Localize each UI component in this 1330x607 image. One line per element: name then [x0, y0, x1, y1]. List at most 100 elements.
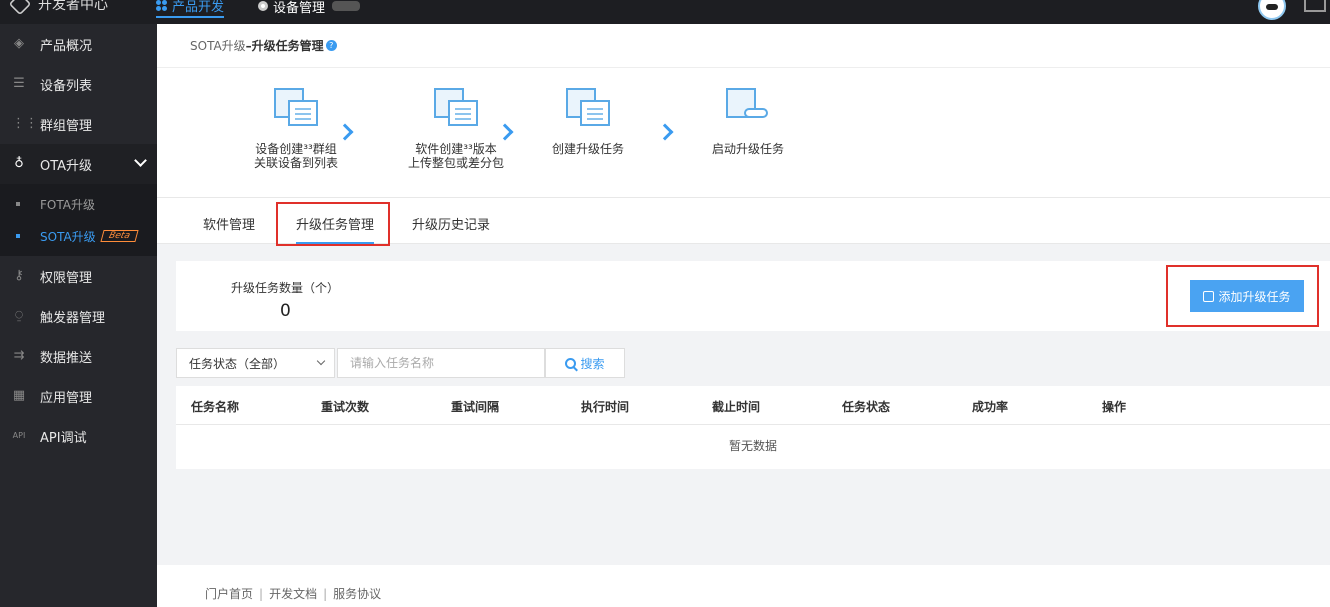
footer-link-home[interactable]: 门户首页 — [205, 587, 253, 601]
status-select-value: 任务状态（全部） — [189, 356, 286, 371]
main-content: SOTA升级 – 升级任务管理 ? 设备创建³³群组 关联设备到列表 软件创建³… — [157, 24, 1330, 607]
apps-icon — [156, 0, 167, 11]
task-count-label: 升级任务数量（个） — [231, 281, 340, 295]
beta-badge: Beta — [100, 230, 139, 242]
step-text-line2: 关联设备到列表 — [253, 156, 338, 170]
workflow-steps: 设备创建³³群组 关联设备到列表 软件创建³³版本 上传整包或差分包 创建升级任… — [157, 68, 1330, 198]
column-header: 任务状态 — [842, 400, 891, 414]
key-icon: ⚷ — [14, 268, 24, 283]
nav-badge — [332, 1, 361, 11]
task-name-search-input[interactable] — [337, 348, 545, 378]
sidebar-item-label: 群组管理 — [40, 118, 93, 134]
sidebar-item-label: API调试 — [40, 430, 87, 446]
bullet-icon — [16, 202, 20, 206]
column-header: 截止时间 — [712, 400, 761, 414]
tab-software[interactable]: 软件管理 — [203, 214, 255, 233]
logo-icon — [8, 0, 32, 16]
sidebar-item-permissions[interactable]: ⚷ 权限管理 — [0, 256, 157, 296]
breadcrumb-parent[interactable]: SOTA升级 — [190, 37, 246, 54]
top-bar: 开发者中心 产品开发 设备管理 — [0, 0, 1330, 24]
sidebar-item-label: 应用管理 — [40, 390, 93, 406]
sidebar-item-api[interactable]: API API调试 — [0, 416, 157, 456]
sidebar-item-overview[interactable]: ◈ 产品概况 — [0, 24, 157, 64]
column-header: 重试次数 — [321, 400, 370, 414]
step-text-line1: 创建升级任务 — [551, 142, 624, 156]
sidebar-item-triggers[interactable]: ⍜ 触发器管理 — [0, 296, 157, 336]
search-button-label: 搜索 — [580, 356, 605, 371]
status-select[interactable]: 任务状态（全部） — [176, 348, 335, 378]
topnav-item-product-dev[interactable]: 产品开发 — [156, 0, 225, 18]
ota-icon: ♁ — [14, 156, 24, 171]
column-header: 执行时间 — [581, 400, 630, 414]
cube-icon: ◈ — [14, 36, 24, 51]
topnav-label: 设备管理 — [273, 0, 326, 16]
filter-bar: 任务状态（全部） 搜索 — [176, 348, 625, 378]
footer: 门户首页 | 开发文档 | 服务协议 — [157, 565, 1330, 607]
step-3: 创建升级任务 — [513, 86, 663, 156]
sidebar-item-data-push[interactable]: ⇉ 数据推送 — [0, 336, 157, 376]
breadcrumb-current: 升级任务管理 — [251, 39, 324, 53]
chevron-down-icon — [316, 356, 326, 366]
push-icon: ⇉ — [13, 348, 25, 363]
step-4: 启动升级任务 — [673, 86, 823, 156]
create-task-icon — [560, 86, 616, 132]
breadcrumb: SOTA升级 – 升级任务管理 ? — [157, 24, 1330, 68]
api-icon: API — [12, 431, 26, 440]
sidebar-item-groups[interactable]: ⋮⋮ 群组管理 — [0, 104, 157, 144]
column-header: 任务名称 — [191, 400, 240, 414]
add-upgrade-task-button[interactable]: 添加升级任务 — [1190, 280, 1304, 312]
apps-icon: ▦ — [12, 388, 26, 403]
column-header: 操作 — [1102, 400, 1127, 414]
step-text-line1: 启动升级任务 — [711, 142, 784, 156]
sidebar-subitem-sota[interactable]: SOTA升级 Beta — [0, 220, 157, 252]
table-header: 任务名称 重试次数 重试间隔 执行时间 截止时间 任务状态 成功率 操作 — [176, 386, 1330, 425]
task-count-value: 0 — [280, 301, 291, 321]
tab-upgrade-history[interactable]: 升级历史记录 — [412, 214, 490, 233]
list-icon: ☰ — [13, 76, 25, 91]
subitem-label: FOTA升级 — [40, 197, 95, 212]
dots-grid-icon: ⋮⋮ — [12, 116, 38, 131]
step-text-line2: 上传整包或差分包 — [407, 156, 504, 170]
sidebar-item-label: 数据推送 — [40, 350, 93, 366]
trigger-icon: ⍜ — [15, 308, 23, 323]
sidebar-item-apps[interactable]: ▦ 应用管理 — [0, 376, 157, 416]
column-header: 重试间隔 — [451, 400, 500, 414]
help-icon[interactable]: ? — [325, 40, 337, 51]
task-table: 任务名称 重试次数 重试间隔 执行时间 截止时间 任务状态 成功率 操作 暂无数… — [176, 386, 1330, 469]
step-text-line1: 软件创建³³版本 — [415, 142, 497, 156]
sidebar-item-ota[interactable]: ♁ OTA升级 — [0, 144, 157, 184]
step-text-line1: 设备创建³³群组 — [255, 142, 337, 156]
highlight-box — [276, 202, 390, 246]
sidebar-item-label: 权限管理 — [40, 270, 93, 286]
subitem-label: SOTA升级 — [40, 229, 96, 244]
brand-title: 开发者中心 — [38, 0, 108, 13]
chevron-down-icon — [134, 154, 147, 167]
package-icon — [1203, 290, 1215, 302]
task-summary: 升级任务数量（个） 0 添加升级任务 — [176, 261, 1330, 331]
footer-link-terms[interactable]: 服务协议 — [333, 587, 381, 601]
mail-icon[interactable] — [1304, 0, 1326, 12]
device-list-icon — [268, 86, 324, 132]
footer-separator: | — [323, 587, 328, 601]
footer-separator: | — [259, 587, 264, 601]
brand[interactable]: 开发者中心 — [8, 0, 108, 16]
sidebar-item-label: 触发器管理 — [40, 310, 106, 326]
search-icon — [565, 357, 577, 369]
sidebar: ◈ 产品概况 ☰ 设备列表 ⋮⋮ 群组管理 ♁ OTA升级 FOTA升级 SOT… — [0, 24, 157, 607]
avatar[interactable] — [1258, 0, 1286, 20]
footer-link-docs[interactable]: 开发文档 — [269, 587, 317, 601]
sidebar-item-devices[interactable]: ☰ 设备列表 — [0, 64, 157, 104]
add-button-label: 添加升级任务 — [1218, 289, 1291, 304]
device-icon — [258, 1, 269, 11]
upload-package-icon — [428, 86, 484, 132]
bullet-icon — [16, 234, 20, 238]
sidebar-item-label: 设备列表 — [40, 78, 93, 94]
ota-submenu: FOTA升级 SOTA升级 Beta — [0, 184, 157, 256]
topnav-item-device-mgmt[interactable]: 设备管理 — [258, 0, 361, 18]
topnav-label: 产品开发 — [172, 0, 225, 15]
empty-state: 暂无数据 — [728, 439, 777, 453]
column-header: 成功率 — [972, 400, 1009, 414]
sidebar-subitem-fota[interactable]: FOTA升级 — [0, 188, 157, 220]
search-button[interactable]: 搜索 — [545, 348, 625, 378]
tab-bar: 软件管理 升级任务管理 升级历史记录 — [157, 198, 1330, 246]
